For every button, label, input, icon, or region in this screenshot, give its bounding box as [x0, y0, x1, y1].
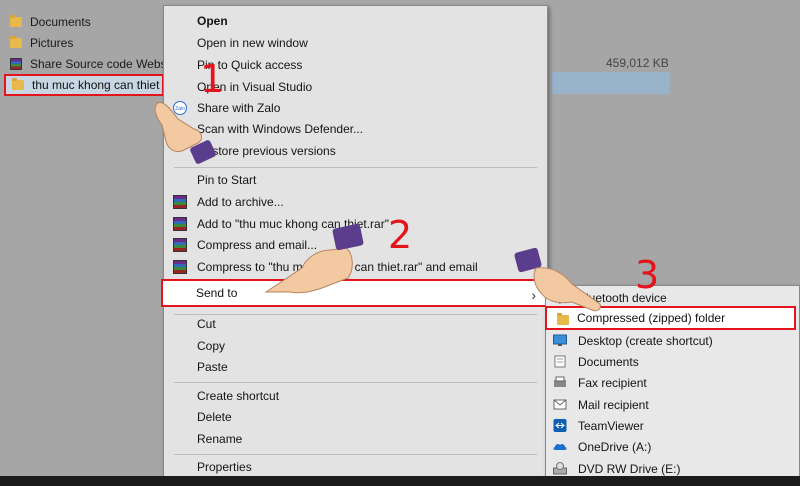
menu-label: Documents [578, 354, 639, 369]
menu-item-open-new-window[interactable]: Open in new window [164, 32, 547, 54]
menu-label: Fax recipient [578, 375, 647, 390]
menu-label: Rename [197, 432, 243, 446]
file-name: Pictures [30, 36, 74, 50]
menu-item-pin-start[interactable]: Pin to Start [164, 169, 547, 191]
menu-label: TeamViewer [578, 418, 644, 433]
menu-label: Properties [197, 460, 252, 474]
winrar-icon [173, 238, 187, 252]
menu-label: Copy [197, 339, 226, 353]
menu-label: DVD RW Drive (E:) [578, 461, 681, 476]
menu-item-paste[interactable]: Paste [164, 356, 547, 378]
file-row-documents[interactable]: Documents [10, 12, 91, 32]
folder-icon [12, 78, 24, 90]
submenu-item-mail[interactable]: Mail recipient [546, 394, 799, 415]
taskbar-edge [0, 476, 800, 486]
menu-label: Mail recipient [578, 397, 649, 412]
file-name: Share Source code Websit [30, 57, 173, 71]
submenu-item-documents[interactable]: Documents [546, 351, 799, 372]
menu-item-open[interactable]: Open [164, 10, 547, 32]
menu-item-add-archive[interactable]: Add to archive... [164, 191, 547, 213]
zip-folder-icon [557, 313, 569, 325]
pointing-hand-icon [514, 247, 601, 312]
folder-icon [10, 36, 22, 48]
menu-separator [174, 167, 537, 168]
menu-label: Paste [197, 360, 228, 374]
menu-label: Cut [197, 317, 216, 331]
menu-item-copy[interactable]: Copy [164, 335, 547, 357]
file-name: Documents [30, 15, 91, 29]
menu-label: Scan with Windows Defender... [197, 122, 364, 136]
winrar-icon [173, 195, 187, 209]
winrar-icon [173, 217, 187, 231]
menu-item-properties[interactable]: Properties [164, 456, 547, 478]
file-row-pictures[interactable]: Pictures [10, 33, 73, 53]
menu-label: Create shortcut [197, 389, 280, 403]
submenu-item-teamviewer[interactable]: TeamViewer [546, 415, 799, 436]
menu-item-delete[interactable]: Delete [164, 406, 547, 428]
fax-icon [554, 376, 566, 387]
submenu-item-desktop[interactable]: Desktop (create shortcut) [546, 330, 799, 351]
file-row-share-source[interactable]: Share Source code Websit [10, 54, 173, 74]
pointing-hand-icon [154, 102, 216, 164]
winrar-icon [173, 260, 187, 274]
submenu-item-onedrive[interactable]: OneDrive (A:) [546, 436, 799, 457]
menu-item-restore-versions[interactable]: Restore previous versions [164, 140, 547, 162]
menu-label: Pin to Start [197, 173, 257, 187]
menu-label: Delete [197, 410, 232, 424]
menu-label: Open [197, 14, 228, 28]
folder-icon [10, 15, 22, 27]
menu-label: Add to archive... [197, 195, 284, 209]
menu-label: Desktop (create shortcut) [578, 333, 713, 348]
documents-icon [554, 355, 566, 368]
menu-separator [174, 454, 537, 455]
menu-label: Open in new window [197, 36, 308, 50]
selected-folder-row[interactable]: thu muc khong can thiet [4, 74, 164, 96]
step-number-2: 2 [388, 213, 413, 257]
selected-row-highlight [552, 72, 670, 94]
file-size: 459,012 KB [606, 56, 669, 70]
menu-item-scan-defender[interactable]: Scan with Windows Defender... [164, 118, 547, 140]
desktop-icon [553, 334, 567, 346]
menu-item-rename[interactable]: Rename [164, 428, 547, 450]
submenu-item-fax[interactable]: Fax recipient [546, 372, 799, 393]
dvd-drive-icon [553, 462, 567, 475]
onedrive-icon [553, 443, 567, 450]
teamviewer-icon [553, 419, 567, 432]
selected-folder-name: thu muc khong can thiet [32, 78, 160, 92]
pointing-hand-icon [264, 223, 364, 294]
step-number-3: 3 [635, 253, 660, 297]
menu-item-cut[interactable]: Cut [164, 313, 547, 335]
rar-archive-icon [10, 58, 22, 70]
menu-label: OneDrive (A:) [578, 439, 652, 454]
menu-label: Send to [196, 286, 238, 300]
step-number-1: 1 [200, 57, 225, 101]
mail-icon [553, 399, 567, 410]
menu-separator [174, 382, 537, 383]
menu-item-create-shortcut[interactable]: Create shortcut [164, 385, 547, 407]
